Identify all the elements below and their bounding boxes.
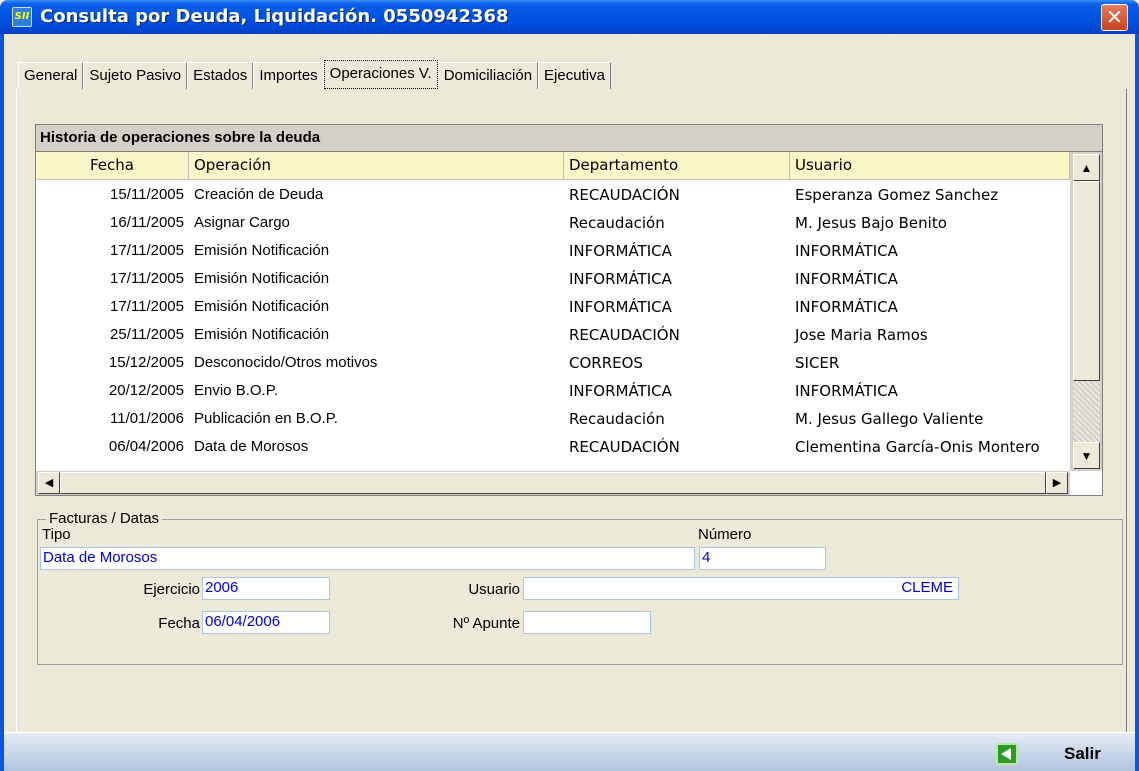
cell-usuario: M. Jesus Bajo Benito [795, 214, 947, 232]
numero-field[interactable]: 4 [699, 547, 826, 570]
scroll-right-icon[interactable]: ▶ [1046, 472, 1068, 494]
grid-body: 15/11/2005 Creación de Deuda RECAUDACIÓN Es… [36, 181, 1070, 471]
main-window: SII Consulta por Deuda, Liquidación. 055… [0, 0, 1139, 771]
cell-fecha: 25/11/2005 [110, 326, 184, 343]
scroll-left-icon[interactable]: ◀ [38, 472, 60, 494]
apunte-label: Nº Apunte [452, 615, 520, 632]
cell-operacion: Envio B.O.P. [194, 382, 278, 399]
cell-departamento: INFORMÁTICA [569, 298, 672, 316]
column-header-fecha[interactable]: Fecha [36, 152, 189, 179]
grid-header: Fecha Operación Departamento Usuario [36, 152, 1070, 180]
tab-page-operaciones: Historia de operaciones sobre la deuda F… [16, 89, 1127, 751]
cell-operacion: Emisión Notificación [194, 326, 330, 343]
table-row[interactable]: 06/04/2006 Data de Morosos RECAUDACIÓN Clem… [36, 433, 1070, 461]
tab-ejecutiva[interactable]: Ejecutiva [538, 62, 611, 89]
cell-fecha: 17/11/2005 [110, 270, 184, 287]
table-row[interactable]: 15/12/2005 Desconocido/Otros motivos CORRE… [36, 349, 1070, 377]
tipo-field[interactable]: Data de Morosos [40, 547, 695, 570]
cell-operacion: Desconocido/Otros motivos [194, 354, 378, 371]
cell-fecha: 16/11/2005 [110, 214, 184, 231]
cell-departamento: INFORMÁTICA [569, 242, 672, 260]
ejercicio-field[interactable]: 2006 [202, 577, 330, 600]
title-bar[interactable]: SII Consulta por Deuda, Liquidación. 055… [0, 0, 1139, 34]
table-row[interactable]: 16/11/2005 Asignar Cargo Recaudación M. Jes… [36, 209, 1070, 237]
tab-operaciones[interactable]: Operaciones V. [322, 59, 439, 90]
cell-usuario: Esperanza Gomez Sanchez [795, 186, 999, 204]
vertical-scrollbar[interactable]: ▲ ▼ [1070, 152, 1102, 471]
cell-usuario: M. Jesus Gallego Valiente [795, 410, 984, 428]
table-row[interactable]: 25/11/2005 Emisión Notificación RECAUDACIÓ… [36, 321, 1070, 349]
status-bar: Salir [4, 732, 1135, 771]
column-header-usuario[interactable]: Usuario [790, 152, 1070, 179]
horizontal-scroll-thumb[interactable] [60, 472, 1046, 494]
cell-usuario: Clementina García-Onis Montero [795, 438, 1040, 456]
app-icon: SII [12, 7, 32, 27]
grid-caption: Historia de operaciones sobre la deuda [36, 125, 1102, 152]
cell-fecha: 06/04/2006 [108, 438, 184, 455]
operations-grid: Historia de operaciones sobre la deuda F… [35, 124, 1103, 496]
cell-operacion: Asignar Cargo [194, 214, 290, 231]
cell-usuario: INFORMÁTICA [795, 242, 898, 260]
cell-usuario: SICER [795, 354, 840, 372]
cell-departamento: Recaudación [569, 410, 665, 428]
table-row[interactable]: 15/11/2005 Creación de Deuda RECAUDACIÓN Es… [36, 181, 1070, 209]
client-area: General Sujeto Pasivo Estados Importes O… [4, 34, 1135, 771]
cell-fecha: 20/12/2005 [108, 382, 184, 399]
cell-departamento: RECAUDACIÓN [569, 186, 680, 204]
ejercicio-label: Ejercicio [143, 581, 200, 598]
cell-operacion: Publicación en B.O.P. [194, 410, 338, 427]
cell-operacion: Emisión Notificación [194, 270, 330, 287]
exit-arrow-icon[interactable] [996, 743, 1018, 765]
tab-sujeto-pasivo[interactable]: Sujeto Pasivo [83, 62, 188, 89]
horizontal-scrollbar[interactable]: ◀ ▶ [36, 471, 1070, 495]
table-row[interactable]: 20/12/2005 Envio B.O.P. INFORMÁTICA INFORMÁ… [36, 377, 1070, 405]
group-legend: Facturas / Datas [46, 510, 163, 527]
cell-departamento: INFORMÁTICA [569, 270, 672, 288]
cell-departamento: CORREOS [569, 354, 643, 372]
vertical-scroll-thumb[interactable] [1073, 181, 1100, 381]
cell-departamento: INFORMÁTICA [569, 382, 672, 400]
cell-departamento: RECAUDACIÓN [569, 326, 680, 344]
table-row[interactable]: 11/01/2006 Publicación en B.O.P. Recaudaci… [36, 405, 1070, 433]
tab-domiciliacion[interactable]: Domiciliación [437, 62, 539, 89]
apunte-field[interactable] [523, 611, 651, 634]
table-row[interactable]: 17/11/2005 Emisión Notificación INFORMÁTIC… [36, 237, 1070, 265]
table-row[interactable]: 17/11/2005 Emisión Notificación INFORMÁTIC… [36, 265, 1070, 293]
tab-importes[interactable]: Importes [253, 62, 324, 89]
cell-fecha: 17/11/2005 [110, 242, 184, 259]
cell-operacion: Emisión Notificación [194, 242, 330, 259]
scroll-down-icon[interactable]: ▼ [1073, 442, 1100, 469]
cell-usuario: INFORMÁTICA [795, 270, 898, 288]
fecha-label: Fecha [158, 615, 200, 632]
cell-operacion: Creación de Deuda [194, 186, 324, 203]
tab-strip: General Sujeto Pasivo Estados Importes O… [18, 59, 611, 90]
column-header-departamento[interactable]: Departamento [564, 152, 790, 179]
usuario-field[interactable]: CLEME [523, 577, 959, 600]
vertical-scroll-track[interactable] [1073, 381, 1100, 442]
facturas-datas-group: Facturas / Datas Tipo Data de Morosos Nú… [37, 510, 1123, 665]
close-button[interactable]: ✕ [1101, 4, 1128, 31]
cell-departamento: RECAUDACIÓN [569, 438, 680, 456]
cell-usuario: Jose Maria Ramos [795, 326, 928, 344]
tab-estados[interactable]: Estados [187, 62, 254, 89]
cell-fecha: 17/11/2005 [110, 298, 184, 315]
usuario-label: Usuario [468, 581, 520, 598]
column-header-operacion[interactable]: Operación [189, 152, 564, 179]
cell-operacion: Data de Morosos [194, 438, 309, 455]
cell-departamento: Recaudación [569, 214, 665, 232]
table-row[interactable]: 17/11/2005 Emisión Notificación INFORMÁTIC… [36, 293, 1070, 321]
cell-usuario: INFORMÁTICA [795, 382, 898, 400]
cell-fecha: 11/01/2006 [110, 410, 184, 427]
numero-label: Número [698, 526, 752, 543]
cell-usuario: INFORMÁTICA [795, 298, 898, 316]
tipo-label: Tipo [42, 526, 71, 543]
cell-fecha: 15/12/2005 [108, 354, 184, 371]
tab-general[interactable]: General [18, 62, 84, 89]
cell-fecha: 15/11/2005 [110, 186, 184, 203]
salir-button[interactable]: Salir [1064, 744, 1101, 764]
window-title: Consulta por Deuda, Liquidación. 0550942… [40, 6, 509, 27]
fecha-field[interactable]: 06/04/2006 [202, 611, 330, 634]
scroll-up-icon[interactable]: ▲ [1073, 154, 1100, 181]
cell-operacion: Emisión Notificación [194, 298, 330, 315]
